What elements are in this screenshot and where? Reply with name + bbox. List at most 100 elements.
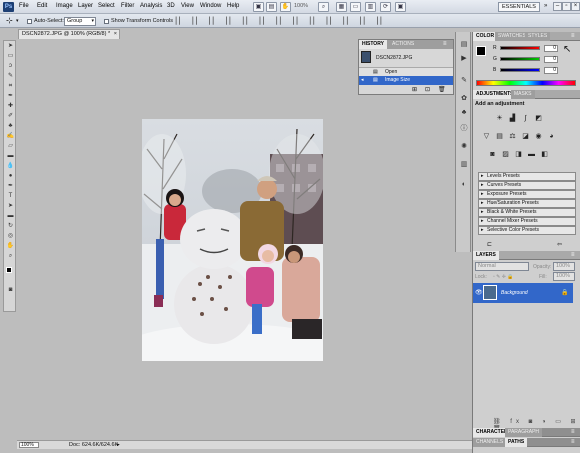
- foreground-color-swatch[interactable]: [6, 267, 12, 273]
- curves-icon[interactable]: ∫: [521, 114, 530, 123]
- menu-file[interactable]: File: [19, 3, 29, 9]
- tab-masks[interactable]: MASKS: [511, 90, 535, 99]
- menu-help[interactable]: Help: [227, 3, 239, 9]
- crop-tool-icon[interactable]: ⌗: [6, 83, 15, 90]
- arrange-documents-icon[interactable]: ▦: [336, 2, 347, 12]
- tab-channels[interactable]: CHANNELS: [473, 438, 507, 447]
- eye-icon[interactable]: 👁: [475, 289, 483, 296]
- green-slider[interactable]: [500, 57, 540, 61]
- color-foreground-swatch[interactable]: [476, 46, 486, 56]
- threshold-icon[interactable]: ◨: [514, 150, 523, 159]
- menu-window[interactable]: Window: [200, 3, 221, 9]
- menu-image[interactable]: Image: [56, 3, 73, 9]
- align-buttons-icon[interactable]: ▕▏▕▏▕▏▕▏▕▏▕▏▕▏▕▏▕▏▕▏▕▏▕▏▕▏: [171, 17, 389, 25]
- new-snapshot-icon[interactable]: ⊡: [425, 86, 430, 93]
- panel-menu-icon[interactable]: ≡: [571, 439, 575, 445]
- new-document-icon[interactable]: ⊞: [412, 86, 417, 93]
- dodge-tool-icon[interactable]: ●: [6, 173, 15, 180]
- brightness-contrast-icon[interactable]: ☀: [495, 114, 504, 123]
- channel-mixer-icon[interactable]: ◕: [547, 132, 556, 141]
- green-value[interactable]: 0: [544, 56, 558, 63]
- menu-analysis[interactable]: Analysis: [140, 3, 162, 9]
- layer-row-background[interactable]: 👁 Background 🔒: [473, 283, 573, 303]
- history-step[interactable]: ▤ Open: [359, 67, 453, 76]
- preset-hue-saturation[interactable]: Hue/Saturation Presets: [478, 199, 576, 208]
- type-tool-icon[interactable]: T: [6, 193, 15, 200]
- menu-layer[interactable]: Layer: [78, 3, 93, 9]
- preset-dropdown-icon[interactable]: ▾: [16, 18, 19, 24]
- blur-tool-icon[interactable]: 💧: [6, 163, 15, 170]
- eyedropper-tool-icon[interactable]: ✒: [6, 93, 15, 100]
- tab-paragraph[interactable]: PARAGRAPH: [505, 428, 543, 437]
- clone-source-icon[interactable]: ♣: [459, 108, 469, 117]
- status-zoom-field[interactable]: 100%: [19, 442, 39, 448]
- tab-layers[interactable]: LAYERS: [473, 251, 499, 260]
- fill-field[interactable]: 100%: [553, 272, 575, 281]
- hand-tool-icon[interactable]: ✋: [280, 2, 291, 12]
- photo-filter-icon[interactable]: ◉: [534, 132, 543, 141]
- path-selection-tool-icon[interactable]: ➤: [6, 203, 15, 210]
- preset-exposure[interactable]: Exposure Presets: [478, 190, 576, 199]
- red-value[interactable]: 0: [544, 45, 558, 52]
- panel-menu-icon[interactable]: ≡: [571, 429, 575, 435]
- blue-slider[interactable]: [500, 68, 540, 72]
- tab-color[interactable]: COLOR: [473, 32, 498, 41]
- tab-history[interactable]: HISTORY: [359, 40, 387, 49]
- marquee-tool-icon[interactable]: ▭: [6, 53, 15, 60]
- blue-value[interactable]: 0: [544, 67, 558, 74]
- vibrance-icon[interactable]: ▽: [482, 132, 491, 141]
- workspace-switcher[interactable]: ESSENTIALS: [498, 2, 540, 12]
- zoom-tool-icon[interactable]: ⌕: [6, 253, 15, 260]
- actions-panel-icon[interactable]: ▶: [459, 54, 469, 63]
- gradient-tool-icon[interactable]: ▬: [6, 153, 15, 160]
- mini-bridge-icon[interactable]: ▤: [266, 2, 277, 12]
- lasso-tool-icon[interactable]: ↄ: [6, 63, 15, 70]
- menu-3d[interactable]: 3D: [167, 3, 175, 9]
- 3d-orbit-tool-icon[interactable]: ◎: [6, 233, 15, 240]
- zoom-tool-icon[interactable]: ⌕: [318, 2, 329, 12]
- auto-select-checkbox[interactable]: [27, 19, 32, 24]
- black-white-icon[interactable]: ◪: [521, 132, 530, 141]
- trash-icon[interactable]: 🗑: [438, 86, 446, 93]
- restore-button[interactable]: ▫: [562, 2, 571, 11]
- extras-icon[interactable]: ▥: [365, 2, 376, 12]
- tab-adjustments[interactable]: ADJUSTMENTS: [473, 90, 517, 99]
- status-arrow-icon[interactable]: ▸: [117, 441, 120, 449]
- preset-black-white[interactable]: Black & White Presets: [478, 208, 576, 217]
- selective-color-icon[interactable]: ◧: [540, 150, 549, 159]
- opacity-field[interactable]: 100%: [553, 262, 575, 271]
- brushes-panel-icon[interactable]: ✿: [459, 94, 469, 103]
- exposure-icon[interactable]: ◩: [534, 114, 543, 123]
- tab-swatches[interactable]: SWATCHES: [495, 32, 529, 41]
- bridge-icon[interactable]: ▣: [253, 2, 264, 12]
- shape-tool-icon[interactable]: ▬: [6, 213, 15, 220]
- menu-select[interactable]: Select: [98, 3, 115, 9]
- color-spectrum-bar[interactable]: [476, 80, 576, 86]
- gradient-map-icon[interactable]: ▬: [527, 150, 536, 159]
- workspace-more-icon[interactable]: »: [544, 3, 547, 9]
- red-slider[interactable]: [500, 46, 540, 50]
- healing-brush-tool-icon[interactable]: ✚: [6, 103, 15, 110]
- color-balance-icon[interactable]: ⚖: [508, 132, 517, 141]
- close-button[interactable]: ×: [571, 2, 580, 11]
- panel-menu-icon[interactable]: ≡: [443, 41, 447, 47]
- navigator-panel-icon[interactable]: ✺: [459, 142, 469, 151]
- menu-edit[interactable]: Edit: [37, 3, 47, 9]
- clone-stamp-tool-icon[interactable]: ♣: [6, 123, 15, 130]
- history-panel-icon[interactable]: ▤: [459, 40, 469, 49]
- hand-tool-icon[interactable]: ✋: [6, 243, 15, 250]
- preset-selective-color[interactable]: Selective Color Presets: [478, 226, 576, 235]
- minimize-button[interactable]: –: [553, 2, 562, 11]
- menu-filter[interactable]: Filter: [121, 3, 134, 9]
- pen-tool-icon[interactable]: ✒: [6, 183, 15, 190]
- masks-panel-icon[interactable]: ◐: [459, 180, 469, 189]
- tab-actions[interactable]: ACTIONS: [389, 40, 418, 49]
- panel-menu-icon[interactable]: ≡: [571, 33, 575, 39]
- quick-mask-icon[interactable]: ◙: [6, 287, 15, 294]
- screen-mode-icon[interactable]: ▭: [350, 2, 361, 12]
- tab-styles[interactable]: STYLES: [525, 32, 551, 41]
- close-tab-icon[interactable]: ×: [114, 30, 117, 39]
- move-tool-preset-icon[interactable]: ⊹: [6, 16, 13, 25]
- document-image[interactable]: [142, 119, 323, 361]
- snapshot-thumbnail[interactable]: [361, 51, 371, 63]
